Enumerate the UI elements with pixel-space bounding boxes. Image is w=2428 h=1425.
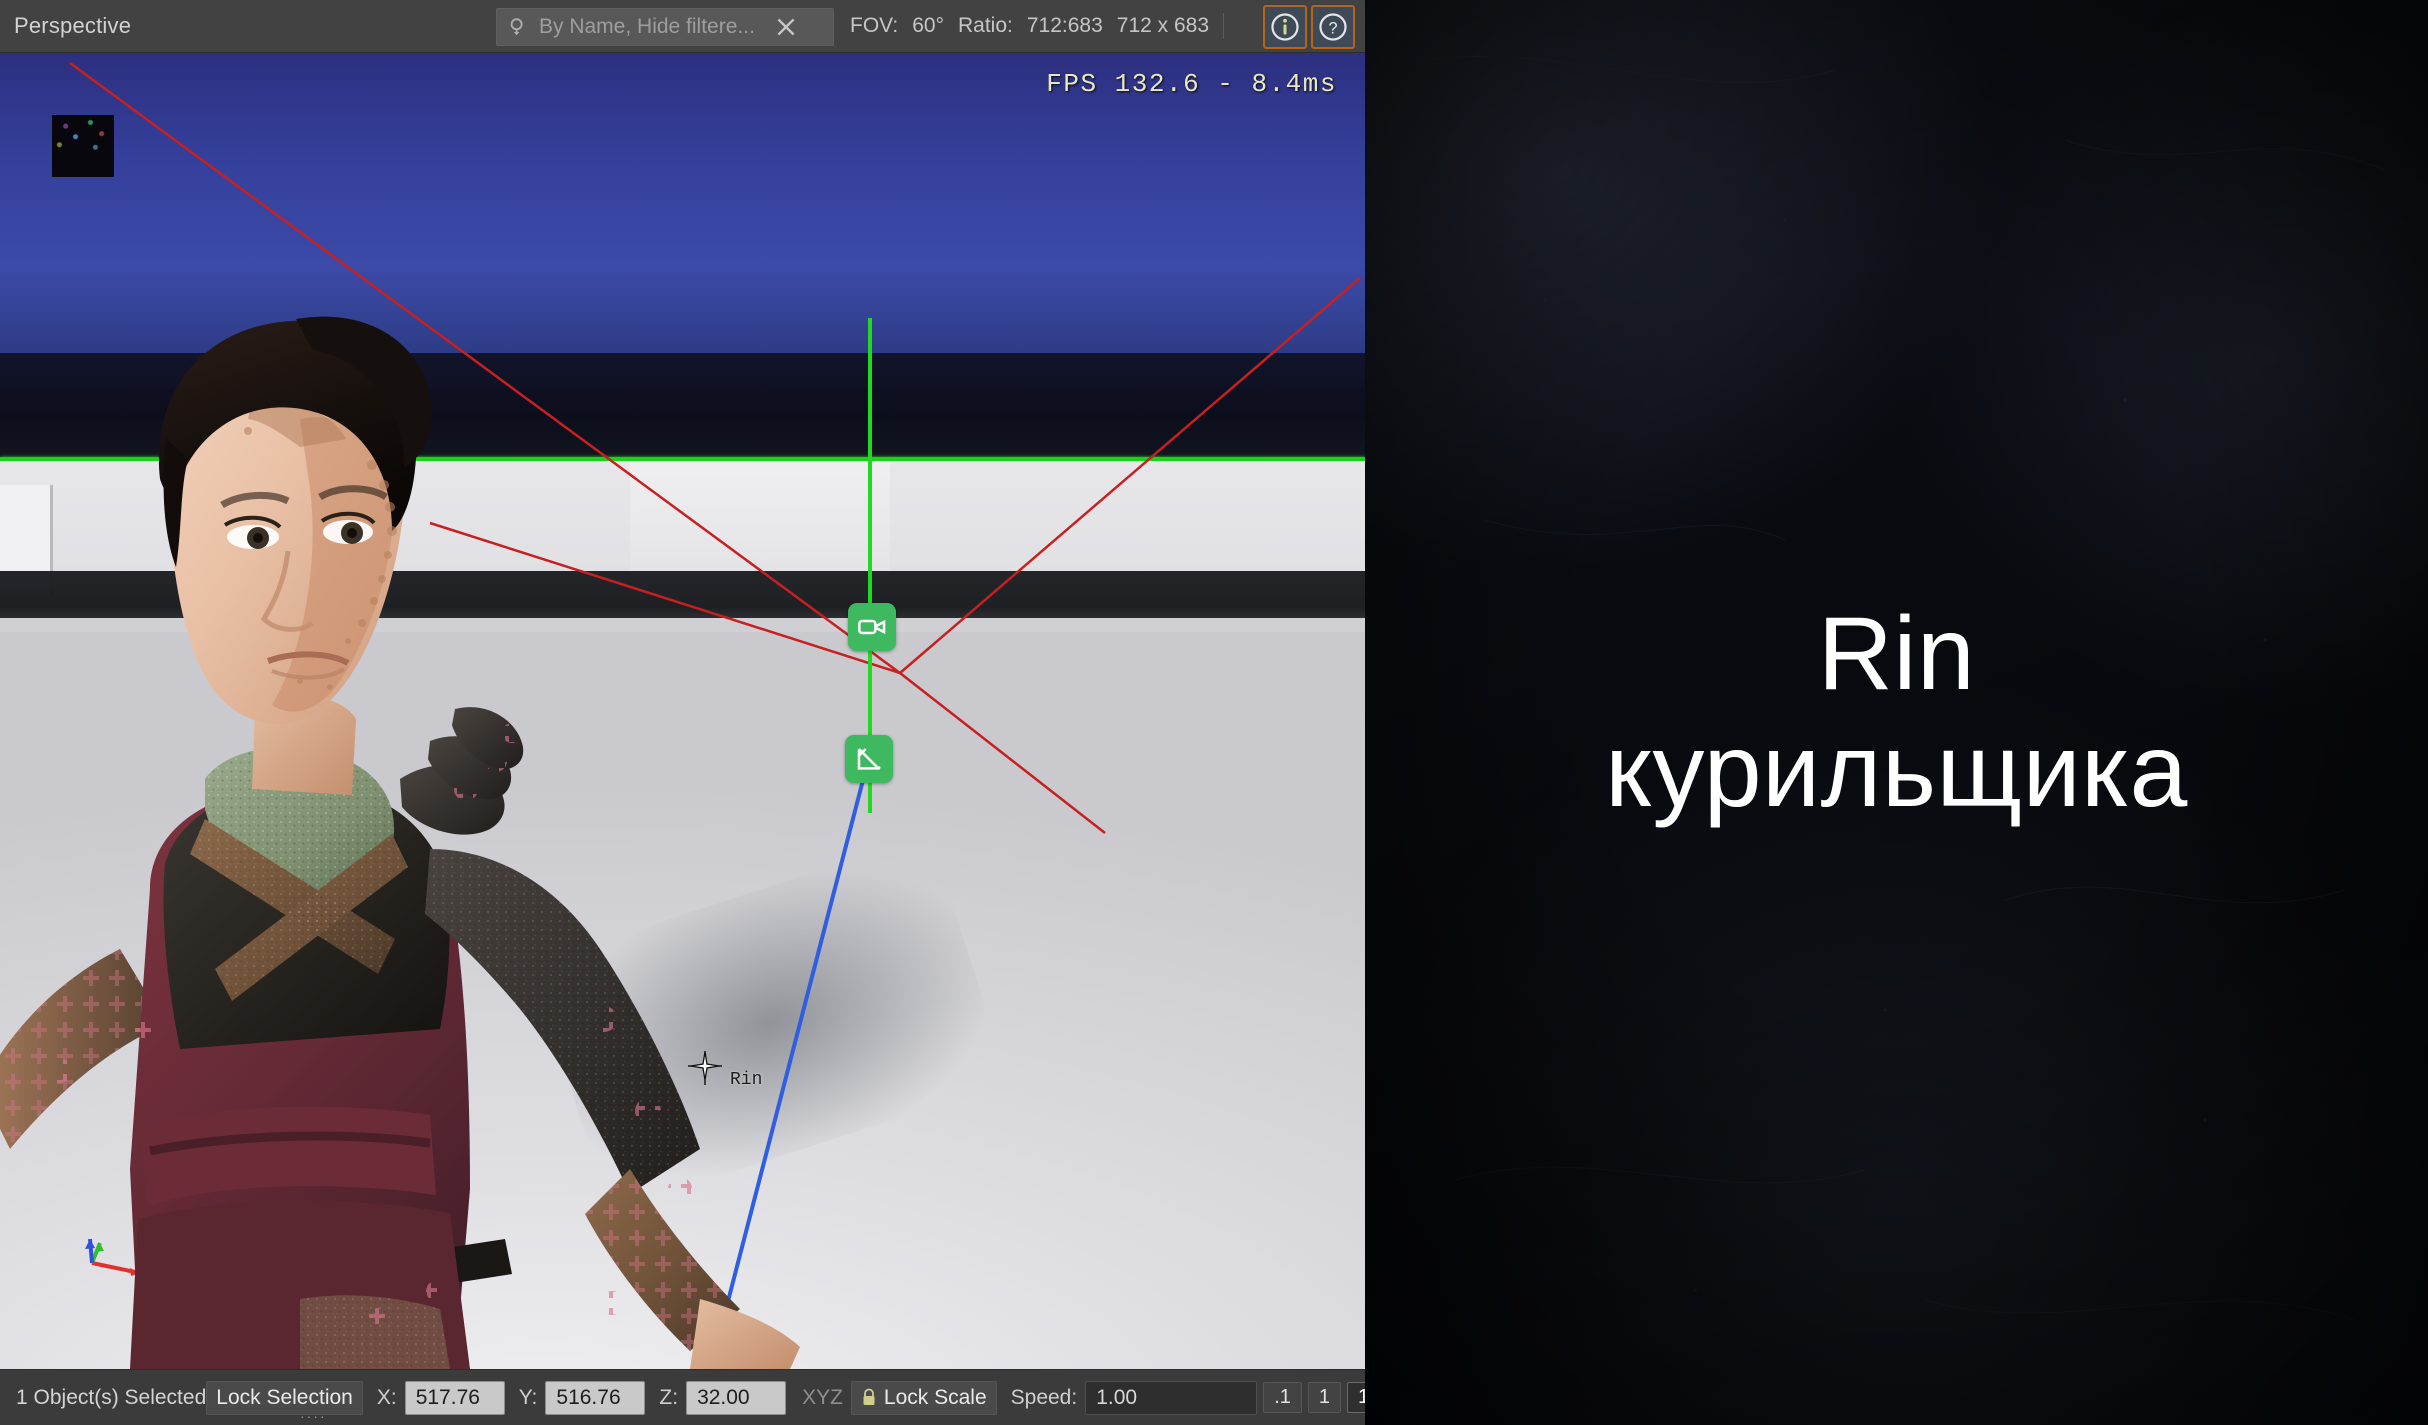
toolbar-divider [1223,13,1225,39]
noise-texture-patch [52,115,114,177]
info-button[interactable] [1263,5,1307,49]
fov-label: FOV: [850,14,899,37]
search-icon [507,16,529,38]
speed-label: Speed: [1010,1385,1078,1409]
resize-grip-dots[interactable]: ···· [300,1408,327,1424]
padlock-icon [863,1388,875,1405]
step-button-1[interactable]: 1 [1307,1382,1342,1413]
viewport-mode-label[interactable]: Perspective [14,13,131,39]
viewport-toolbar: Perspective FOV [0,0,1365,53]
status-bar: 1 Object(s) Selected Lock Selection X: 5… [0,1369,1365,1425]
y-label: Y: [518,1385,538,1409]
xyz-mode-label[interactable]: XYZ [802,1386,843,1410]
caption-block: Rin курильщика [1365,0,2428,1425]
level-editor-pane: Perspective FOV [0,0,1365,1425]
3d-viewport[interactable]: Rin x [0,53,1365,1369]
step-button-point1[interactable]: .1 [1263,1382,1302,1413]
search-box[interactable] [496,8,834,46]
search-input[interactable] [539,15,769,39]
help-button[interactable]: ? [1311,5,1355,49]
ratio-value: 712:683 [1026,14,1103,37]
resolution-value: 712 x 683 [1116,14,1210,37]
character-model[interactable] [0,289,900,1369]
lock-scale-label: Lock Scale [883,1385,987,1409]
step-button-10[interactable]: 10 [1347,1382,1365,1413]
toolbar-button-group: ? [1263,5,1355,49]
y-coordinate-field[interactable]: 516.76 [545,1380,646,1415]
close-icon[interactable] [773,14,799,40]
caption-line-2: курильщика [1605,712,2188,829]
speed-field[interactable]: 1.00 [1085,1380,1258,1415]
lock-scale-button[interactable]: Lock Scale [850,1380,997,1415]
z-coordinate-field[interactable]: 32.00 [686,1380,787,1415]
fov-value: 60° [912,14,944,37]
z-label: Z: [659,1385,679,1409]
x-coordinate-field[interactable]: 517.76 [404,1380,505,1415]
caption-line-1: Rin [1817,596,1976,713]
ratio-label: Ratio: [958,14,1013,37]
camera-info-group: FOV: 60° Ratio: 712:683 712 x 683 [850,0,1225,52]
x-label: X: [376,1385,397,1409]
video-caption-panel: Rin курильщика [1365,0,2428,1425]
app-root: Perspective FOV [0,0,2428,1425]
lock-selection-button[interactable]: Lock Selection [206,1380,363,1415]
selection-count-label: 1 Object(s) Selected [16,1385,207,1409]
svg-text:?: ? [1328,19,1337,37]
fps-overlay: FPS 132.6 - 8.4ms [1046,69,1337,99]
